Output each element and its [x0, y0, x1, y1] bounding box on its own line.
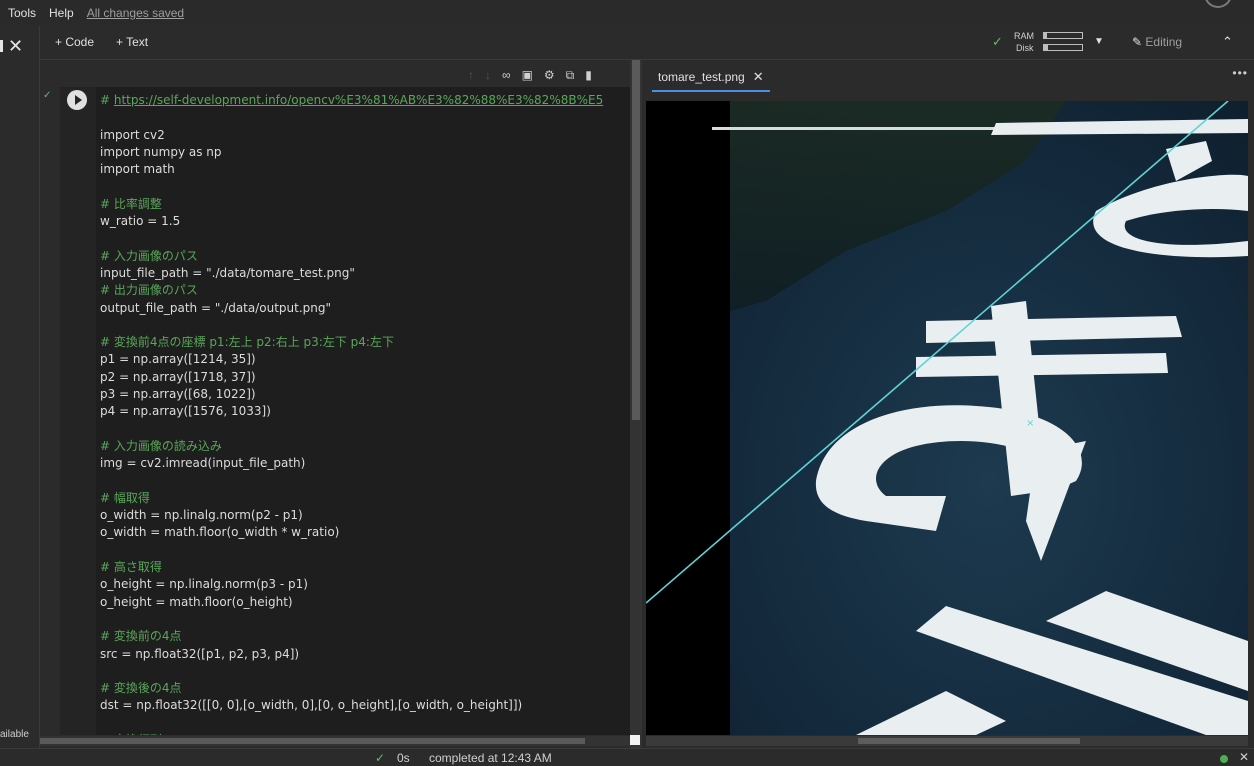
- delete-icon[interactable]: ▮: [585, 68, 592, 83]
- image-viewer-pane: tomare_test.png ✕ ••• ×: [642, 60, 1254, 748]
- menu-help[interactable]: Help: [49, 6, 74, 20]
- pencil-icon: ✎: [1132, 35, 1143, 49]
- code-line[interactable]: # 入力画像のパス: [100, 248, 630, 265]
- ram-fill: [1044, 33, 1048, 38]
- code-line[interactable]: [100, 473, 630, 490]
- code-line[interactable]: p3 = np.array([68, 1022]): [100, 386, 630, 403]
- status-bar: ✓ 0s completed at 12:43 AM ✕: [0, 748, 1254, 766]
- menu-bar: Tools Help All changes saved: [0, 0, 1254, 26]
- code-line[interactable]: [100, 230, 630, 247]
- code-line[interactable]: [100, 715, 630, 732]
- code-horizontal-scrollbar[interactable]: [40, 736, 630, 746]
- resources-dropdown-icon[interactable]: ▼: [1094, 36, 1104, 47]
- runtime-available-text: ailable: [0, 729, 29, 740]
- code-line[interactable]: # 変換後の4点: [100, 680, 630, 697]
- code-line[interactable]: [100, 663, 630, 680]
- mirror-icon[interactable]: ⧉: [566, 68, 575, 83]
- pane-splitter[interactable]: [630, 60, 642, 748]
- gear-icon[interactable]: ⚙: [544, 68, 555, 83]
- code-line[interactable]: output_file_path = "./data/output.png": [100, 300, 630, 317]
- code-line[interactable]: p4 = np.array([1576, 1033]): [100, 403, 630, 420]
- avatar[interactable]: [1204, 0, 1232, 8]
- code-line[interactable]: import numpy as np: [100, 144, 630, 161]
- code-line[interactable]: # 変換前の4点: [100, 628, 630, 645]
- executed-check-icon: ✓: [43, 90, 52, 101]
- link-icon[interactable]: ∞: [502, 68, 511, 83]
- code-line[interactable]: img = cv2.imread(input_file_path): [100, 455, 630, 472]
- preview-image: ×: [646, 101, 1248, 735]
- code-line[interactable]: src = np.float32([p1, p2, p3, p4]): [100, 646, 630, 663]
- close-panel-icon[interactable]: ✕: [8, 36, 23, 57]
- add-text-button[interactable]: + Text: [116, 35, 148, 49]
- close-tab-icon[interactable]: ✕: [753, 69, 764, 84]
- code-line[interactable]: dst = np.float32([[0, 0],[o_width, 0],[0…: [100, 697, 630, 714]
- code-line[interactable]: p1 = np.array([1214, 35]): [100, 351, 630, 368]
- vertical-scroll-thumb[interactable]: [632, 60, 640, 420]
- arrow-down-icon[interactable]: ↓: [485, 68, 491, 83]
- code-line[interactable]: o_width = np.linalg.norm(p2 - p1): [100, 507, 630, 524]
- add-code-button[interactable]: + Code: [55, 35, 94, 49]
- code-line[interactable]: o_height = math.floor(o_height): [100, 594, 630, 611]
- cell-toolbar: ↑ ↓ ∞ ▣ ⚙ ⧉ ▮: [468, 68, 592, 83]
- cell-gutter: [60, 87, 96, 735]
- code-line[interactable]: [100, 421, 630, 438]
- connection-status-icon: [1220, 755, 1228, 763]
- code-line[interactable]: [100, 611, 630, 628]
- scroll-thumb[interactable]: [40, 738, 585, 744]
- disk-fill: [1044, 45, 1048, 50]
- panel-edge-icon: [0, 40, 3, 52]
- code-line[interactable]: [100, 542, 630, 559]
- more-options-icon[interactable]: •••: [1232, 66, 1248, 80]
- editing-mode-button[interactable]: ✎ Editing: [1132, 35, 1182, 49]
- code-line[interactable]: # 変換行列: [100, 732, 630, 735]
- code-line[interactable]: o_width = math.floor(o_width * w_ratio): [100, 524, 630, 541]
- tab-label: tomare_test.png: [658, 70, 745, 84]
- code-line[interactable]: p2 = np.array([1718, 37]): [100, 369, 630, 386]
- arrow-up-icon[interactable]: ↑: [468, 68, 474, 83]
- road-photo-image: ×: [646, 101, 1248, 735]
- code-line[interactable]: import math: [100, 161, 630, 178]
- code-line[interactable]: import cv2: [100, 127, 630, 144]
- code-line[interactable]: # 出力画像のパス: [100, 282, 630, 299]
- image-horizontal-scrollbar[interactable]: [646, 736, 1248, 746]
- comment-icon[interactable]: ▣: [522, 68, 533, 83]
- svg-text:×: ×: [1026, 418, 1034, 429]
- code-line[interactable]: # https://self-development.info/opencv%E…: [100, 92, 630, 109]
- completed-time[interactable]: completed at 12:43 AM: [429, 751, 552, 765]
- resource-labels[interactable]: RAM Disk: [990, 30, 1034, 54]
- run-cell-button[interactable]: [67, 90, 87, 110]
- code-line[interactable]: # 高さ取得: [100, 559, 630, 576]
- code-line[interactable]: [100, 178, 630, 195]
- code-line[interactable]: [100, 109, 630, 126]
- close-status-icon[interactable]: ✕: [1239, 750, 1249, 764]
- code-editor[interactable]: # https://self-development.info/opencv%E…: [96, 87, 630, 735]
- code-line[interactable]: # 比率調整: [100, 196, 630, 213]
- ram-label: RAM: [1014, 31, 1034, 41]
- code-line[interactable]: input_file_path = "./data/tomare_test.pn…: [100, 265, 630, 282]
- ram-meter: [1043, 32, 1083, 39]
- editing-label: Editing: [1145, 35, 1183, 49]
- success-check-icon: ✓: [375, 751, 386, 765]
- disk-label: Disk: [1016, 43, 1034, 53]
- execution-duration: 0s: [397, 751, 410, 765]
- scroll-thumb[interactable]: [858, 738, 1080, 744]
- resize-handle[interactable]: [630, 735, 640, 745]
- menu-tools[interactable]: Tools: [8, 6, 36, 20]
- code-line[interactable]: o_height = np.linalg.norm(p3 - p1): [100, 576, 630, 593]
- code-line[interactable]: [100, 317, 630, 334]
- code-line[interactable]: # 変換前4点の座標 p1:左上 p2:右上 p3:左下 p4:左下: [100, 334, 630, 351]
- code-cell: ✓ ↑ ↓ ∞ ▣ ⚙ ⧉ ▮ # https://self-developme…: [40, 60, 630, 735]
- left-rail: ✕ ailable: [0, 26, 40, 748]
- tab-tomare-test[interactable]: tomare_test.png ✕: [652, 66, 770, 92]
- code-line[interactable]: w_ratio = 1.5: [100, 213, 630, 230]
- notebook-toolbar: + Code + Text ✓ RAM Disk ▼ ✎ Editing ⌃: [40, 26, 1254, 60]
- collapse-header-icon[interactable]: ⌃: [1222, 34, 1233, 50]
- code-line[interactable]: # 幅取得: [100, 490, 630, 507]
- disk-meter: [1043, 44, 1083, 51]
- save-status-link[interactable]: All changes saved: [87, 6, 184, 20]
- code-line[interactable]: # 入力画像の読み込み: [100, 438, 630, 455]
